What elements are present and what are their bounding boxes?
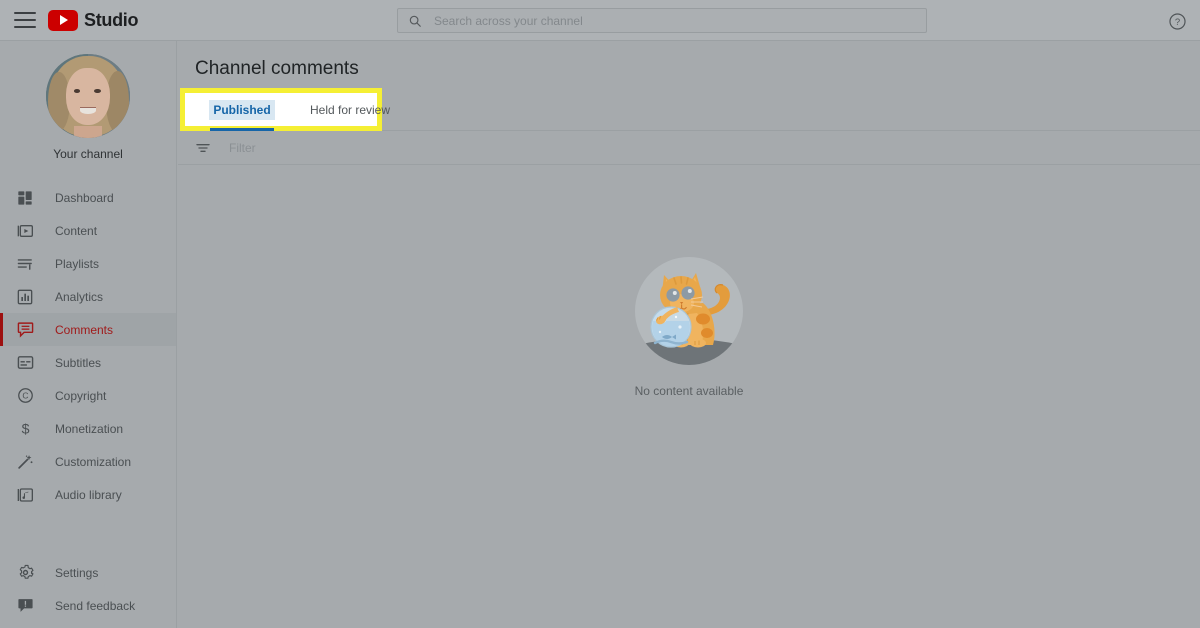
sidebar: Your channel Dashboard Content Playlists… — [0, 41, 177, 628]
empty-state: No content available — [178, 253, 1200, 398]
sidebar-item-settings[interactable]: Settings — [0, 556, 176, 589]
sidebar-item-comments[interactable]: Comments — [0, 313, 176, 346]
sidebar-item-label: Send feedback — [55, 598, 136, 613]
svg-text:$: $ — [21, 421, 29, 437]
playlists-icon — [14, 253, 36, 275]
sidebar-item-label: Playlists — [55, 256, 100, 271]
sidebar-item-playlists[interactable]: Playlists — [0, 247, 176, 280]
tab-bar: Published Held for review — [180, 88, 1200, 131]
sidebar-nav: Dashboard Content Playlists Analytics Co… — [0, 181, 176, 511]
sidebar-item-label: Content — [55, 223, 98, 238]
tab-held-for-review[interactable]: Held for review — [294, 88, 406, 131]
tab-label: Held for review — [309, 102, 391, 117]
filter-icon — [195, 140, 211, 156]
cat-with-fishbowl-illustration — [631, 253, 747, 369]
tab-label: Published — [209, 99, 275, 120]
search-bar[interactable] — [397, 8, 927, 33]
content-video-icon — [14, 220, 36, 242]
sidebar-item-dashboard[interactable]: Dashboard — [0, 181, 176, 214]
youtube-play-icon — [48, 9, 78, 31]
sidebar-item-label: Comments — [55, 322, 114, 337]
filter-input[interactable] — [229, 141, 1200, 155]
avatar — [46, 54, 130, 138]
analytics-bar-icon — [14, 286, 36, 308]
studio-logo[interactable]: Studio — [48, 9, 139, 31]
channel-label: Your channel — [53, 147, 123, 161]
sidebar-item-label: Dashboard — [55, 190, 114, 205]
sidebar-item-label: Analytics — [55, 289, 104, 304]
sidebar-item-customization[interactable]: Customization — [0, 445, 176, 478]
audio-note-icon — [14, 484, 36, 506]
sidebar-item-label: Customization — [55, 454, 132, 469]
sidebar-item-subtitles[interactable]: Subtitles — [0, 346, 176, 379]
sidebar-nav-bottom: Settings Send feedback — [0, 556, 176, 622]
empty-state-message: No content available — [634, 384, 744, 398]
hamburger-menu-icon[interactable] — [14, 12, 36, 28]
gear-icon — [14, 562, 36, 584]
sidebar-item-audio-library[interactable]: Audio library — [0, 478, 176, 511]
magic-wand-icon — [14, 451, 36, 473]
svg-text:?: ? — [1174, 17, 1179, 28]
sidebar-item-label: Settings — [55, 565, 99, 580]
sidebar-item-monetization[interactable]: $ Monetization — [0, 412, 176, 445]
sidebar-item-label: Copyright — [55, 388, 107, 403]
subtitles-icon — [14, 352, 36, 374]
filter-bar[interactable] — [178, 132, 1200, 165]
tab-published[interactable]: Published — [206, 88, 278, 131]
copyright-icon: C — [14, 385, 36, 407]
sidebar-item-label: Audio library — [55, 487, 122, 502]
sidebar-item-analytics[interactable]: Analytics — [0, 280, 176, 313]
page-title: Channel comments — [195, 58, 359, 79]
sidebar-item-label: Subtitles — [55, 355, 102, 370]
help-circle-icon[interactable]: ? — [1166, 10, 1188, 32]
sidebar-item-send-feedback[interactable]: Send feedback — [0, 589, 176, 622]
dashboard-icon — [14, 187, 36, 209]
main-content: Channel comments Published Held for revi… — [178, 41, 1200, 628]
search-icon — [408, 14, 422, 28]
youtube-studio-window: Studio ? — [0, 0, 1200, 628]
sidebar-item-label: Monetization — [55, 421, 124, 436]
dollar-sign-icon: $ — [14, 418, 36, 440]
svg-text:C: C — [22, 391, 28, 401]
top-header: Studio ? — [0, 0, 1200, 41]
sidebar-item-content[interactable]: Content — [0, 214, 176, 247]
search-input[interactable] — [434, 13, 916, 28]
studio-wordmark: Studio — [84, 9, 139, 30]
sidebar-item-copyright[interactable]: C Copyright — [0, 379, 176, 412]
comments-icon — [14, 319, 36, 341]
channel-avatar-block[interactable]: Your channel — [0, 41, 176, 169]
feedback-icon — [14, 595, 36, 617]
